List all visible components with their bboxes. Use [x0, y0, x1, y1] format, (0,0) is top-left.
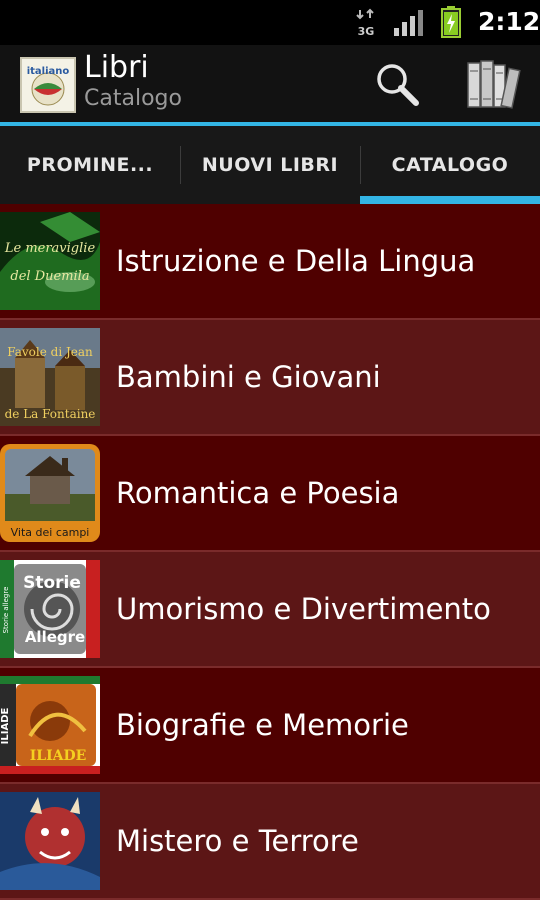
svg-text:italiano: italiano [27, 66, 70, 77]
action-bar: italiano Libri Catalogo [0, 45, 540, 122]
page-title: Libri [84, 50, 149, 85]
tab-prominenti[interactable]: PROMINE... [0, 126, 180, 204]
svg-text:Vita dei campi: Vita dei campi [11, 526, 90, 539]
category-thumbnail [0, 792, 100, 890]
svg-text:Storie allegre: Storie allegre [2, 587, 10, 634]
list-item[interactable]: Vita dei campi Romantica e Poesia [0, 436, 540, 552]
list-item[interactable]: Mistero e Terrore [0, 784, 540, 900]
search-icon[interactable] [374, 61, 420, 107]
signal-icon [394, 10, 423, 36]
svg-text:ILIADE: ILIADE [30, 748, 87, 764]
category-label: Istruzione e Della Lingua [116, 244, 476, 278]
category-label: Umorismo e Divertimento [116, 592, 491, 626]
category-list: Le meraviglie del Duemila Istruzione e D… [0, 204, 540, 900]
library-books-icon[interactable] [464, 55, 522, 113]
tab-nuovi-libri[interactable]: NUOVI LIBRI [180, 126, 360, 204]
tab-selected-indicator [360, 196, 540, 204]
app-logo-icon[interactable]: italiano [20, 57, 76, 113]
page-subtitle: Catalogo [84, 86, 182, 111]
list-item[interactable]: Favole di Jean de La Fontaine Bambini e … [0, 320, 540, 436]
svg-text:Allegre: Allegre [25, 628, 85, 646]
list-item[interactable]: ILIADE ILIADE Biografie e Memorie [0, 668, 540, 784]
category-label: Romantica e Poesia [116, 476, 400, 510]
category-thumbnail: ILIADE ILIADE [0, 676, 100, 774]
svg-text:del Duemila: del Duemila [10, 269, 89, 284]
list-item[interactable]: Storie Allegre Storie allegre Umorismo e… [0, 552, 540, 668]
svg-text:ILIADE: ILIADE [0, 707, 11, 744]
svg-text:de La Fontaine: de La Fontaine [5, 407, 96, 421]
list-item[interactable]: Le meraviglie del Duemila Istruzione e D… [0, 204, 540, 320]
battery-charging-icon [441, 6, 461, 38]
svg-text:Le meraviglie: Le meraviglie [4, 241, 96, 256]
category-thumbnail: Vita dei campi [0, 444, 100, 542]
category-thumbnail: Favole di Jean de La Fontaine [0, 328, 100, 426]
svg-text:Favole di Jean: Favole di Jean [7, 345, 93, 359]
category-label: Bambini e Giovani [116, 360, 381, 394]
tab-catalogo[interactable]: CATALOGO [360, 126, 540, 204]
category-label: Biografie e Memorie [116, 708, 409, 742]
svg-text:Storie: Storie [23, 573, 81, 593]
3g-data-icon: 3G [356, 8, 375, 38]
status-bar: 3G 2:12 [0, 0, 540, 45]
clock: 2:12 [478, 7, 540, 36]
category-thumbnail: Le meraviglie del Duemila [0, 212, 100, 310]
category-thumbnail: Storie Allegre Storie allegre [0, 560, 100, 658]
tab-bar: PROMINE... NUOVI LIBRI CATALOGO [0, 126, 540, 204]
svg-text:3G: 3G [358, 25, 375, 38]
category-label: Mistero e Terrore [116, 824, 359, 858]
